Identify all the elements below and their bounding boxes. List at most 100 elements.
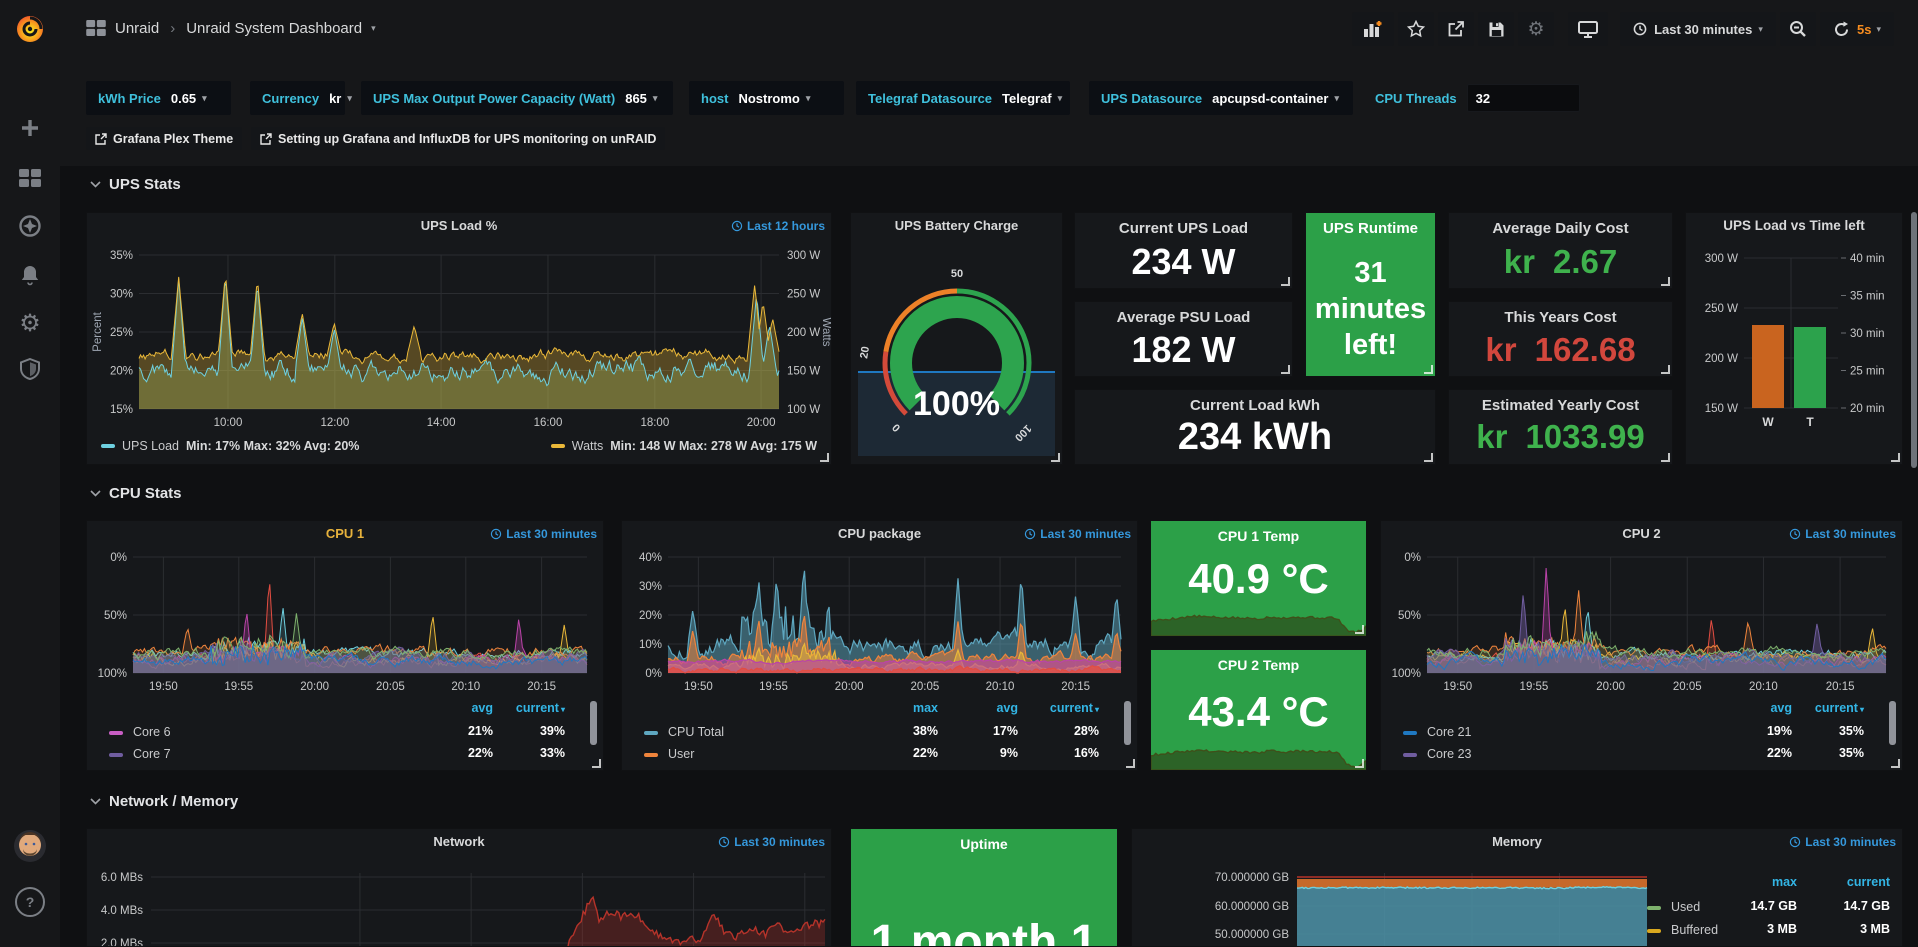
- legend-swatch[interactable]: [644, 753, 658, 757]
- cpu-threads-input[interactable]: 32: [1467, 84, 1580, 112]
- ups-load-chart[interactable]: 15%20%25%30%35%100 W150 W200 W250 W300 W…: [87, 213, 831, 464]
- panel-resize-handle[interactable]: [592, 759, 601, 768]
- panel-title[interactable]: Average Daily Cost: [1449, 220, 1672, 237]
- legend-header-avg[interactable]: avg: [1770, 701, 1792, 715]
- panel-title[interactable]: CPU 1 Temp: [1151, 528, 1366, 544]
- legend-series-name[interactable]: Used: [1671, 900, 1700, 914]
- panel-time-range-badge[interactable]: Last 30 minutes: [1789, 835, 1896, 849]
- panel-resize-handle[interactable]: [1424, 453, 1433, 462]
- panel-title[interactable]: Memory: [1132, 834, 1902, 849]
- cycle-view-mode-button[interactable]: [1568, 12, 1608, 46]
- legend-item[interactable]: UPS Load Min: 17% Max: 32% Avg: 20%: [101, 439, 359, 453]
- legend-swatch[interactable]: [1403, 753, 1417, 757]
- time-range-picker[interactable]: Last 30 minutes ▾: [1620, 12, 1776, 46]
- panel-time-range-badge[interactable]: Last 30 minutes: [1789, 527, 1896, 541]
- sidebar-user-avatar[interactable]: [0, 826, 60, 866]
- refresh-interval-label[interactable]: 5s: [1857, 22, 1871, 37]
- ups-battery-gauge[interactable]: 02050100: [851, 213, 1062, 464]
- panel-resize-handle[interactable]: [1051, 453, 1060, 462]
- legend-series-name[interactable]: CPU Total: [668, 725, 724, 739]
- sidebar-create-button[interactable]: [0, 108, 60, 148]
- panel-resize-handle[interactable]: [1661, 365, 1670, 374]
- panel-title[interactable]: UPS Load %: [87, 218, 831, 233]
- panel-resize-handle[interactable]: [1891, 453, 1900, 462]
- variable-value-dropdown[interactable]: Telegraf▾: [1002, 91, 1062, 106]
- ups-load-vs-time-chart[interactable]: 300 W250 W200 W150 W40 min35 min30 min25…: [1686, 213, 1902, 464]
- legend-swatch[interactable]: [644, 731, 658, 735]
- panel-resize-handle[interactable]: [1355, 759, 1364, 768]
- panel-resize-handle[interactable]: [1661, 277, 1670, 286]
- breadcrumb-dashboard-title[interactable]: Unraid System Dashboard: [186, 20, 362, 37]
- legend-series-name[interactable]: Buffered: [1671, 923, 1718, 937]
- panel-resize-handle[interactable]: [1424, 365, 1433, 374]
- panel-title[interactable]: UPS Runtime: [1306, 220, 1435, 237]
- panel-resize-handle[interactable]: [1661, 453, 1670, 462]
- sidebar-server-admin-button[interactable]: [0, 349, 60, 389]
- section-cpu-stats[interactable]: CPU Stats: [90, 485, 182, 502]
- sidebar-dashboards-button[interactable]: [0, 158, 60, 198]
- legend-series-name[interactable]: User: [668, 747, 694, 761]
- zoom-out-time-button[interactable]: [1780, 12, 1816, 46]
- panel-title[interactable]: CPU 2 Temp: [1151, 657, 1366, 673]
- legend-swatch[interactable]: [1647, 929, 1661, 933]
- legend-scrollbar[interactable]: [1124, 701, 1131, 745]
- variable-value-dropdown[interactable]: kr▾: [329, 91, 352, 106]
- legend-item[interactable]: Watts Min: 148 W Max: 278 W Avg: 175 W: [551, 439, 817, 453]
- legend-series-name[interactable]: Core 6: [133, 725, 171, 739]
- dashboard-link-plex-theme[interactable]: Grafana Plex Theme: [86, 127, 242, 150]
- variable-value-dropdown[interactable]: apcupsd-container▾: [1212, 91, 1339, 106]
- panel-resize-handle[interactable]: [820, 453, 829, 462]
- panel-title[interactable]: Estimated Yearly Cost: [1449, 397, 1672, 414]
- legend-series-name[interactable]: Core 23: [1427, 747, 1471, 761]
- variable-value-dropdown[interactable]: Nostromo▾: [738, 91, 810, 106]
- save-dashboard-button[interactable]: [1478, 12, 1514, 46]
- sidebar-alerting-button[interactable]: [0, 255, 60, 295]
- dashboard-link-ups-monitoring-guide[interactable]: Setting up Grafana and InfluxDB for UPS …: [251, 127, 665, 150]
- legend-swatch[interactable]: [1647, 906, 1661, 910]
- legend-scrollbar[interactable]: [590, 701, 597, 745]
- panel-title[interactable]: This Years Cost: [1449, 309, 1672, 326]
- panel-time-range-badge[interactable]: Last 12 hours: [731, 219, 825, 233]
- legend-scrollbar[interactable]: [1889, 701, 1896, 745]
- legend-header-avg[interactable]: avg: [471, 701, 493, 715]
- legend-header-max[interactable]: max: [1772, 875, 1797, 889]
- sidebar-configuration-button[interactable]: ⚙: [0, 303, 60, 343]
- legend-header-current[interactable]: current▾: [1815, 701, 1864, 715]
- star-dashboard-button[interactable]: [1398, 12, 1434, 46]
- panel-title[interactable]: UPS Battery Charge: [851, 218, 1062, 233]
- legend-series-name[interactable]: Core 7: [133, 747, 171, 761]
- legend-header-max[interactable]: max: [913, 701, 938, 715]
- legend-swatch[interactable]: [1403, 731, 1417, 735]
- panel-resize-handle[interactable]: [1891, 759, 1900, 768]
- sidebar-explore-button[interactable]: [0, 206, 60, 246]
- panel-title[interactable]: Average PSU Load: [1075, 309, 1292, 326]
- add-panel-button[interactable]: [1352, 12, 1394, 46]
- grafana-logo[interactable]: [0, 8, 60, 48]
- panel-time-range-badge[interactable]: Last 30 minutes: [490, 527, 597, 541]
- panel-title[interactable]: Uptime: [851, 836, 1117, 852]
- panel-resize-handle[interactable]: [1281, 365, 1290, 374]
- variable-value-dropdown[interactable]: 865▾: [625, 91, 657, 106]
- legend-header-current[interactable]: current▾: [516, 701, 565, 715]
- panel-time-range-badge[interactable]: Last 30 minutes: [1024, 527, 1131, 541]
- breadcrumb-folder[interactable]: Unraid: [115, 20, 159, 37]
- dashboard-settings-button[interactable]: ⚙: [1518, 12, 1554, 46]
- legend-swatch[interactable]: [109, 731, 123, 735]
- legend-swatch[interactable]: [109, 753, 123, 757]
- share-dashboard-button[interactable]: [1438, 12, 1474, 46]
- panel-resize-handle[interactable]: [1281, 277, 1290, 286]
- panel-title[interactable]: Current UPS Load: [1075, 220, 1292, 237]
- panel-title[interactable]: UPS Load vs Time left: [1686, 218, 1902, 233]
- section-network-memory[interactable]: Network / Memory: [90, 793, 238, 810]
- panel-resize-handle[interactable]: [1126, 759, 1135, 768]
- legend-header-current[interactable]: current: [1847, 875, 1890, 889]
- legend-header-current[interactable]: current▾: [1050, 701, 1099, 715]
- panel-resize-handle[interactable]: [1355, 625, 1364, 634]
- section-ups-stats[interactable]: UPS Stats: [90, 176, 181, 193]
- refresh-button[interactable]: 5s ▾: [1820, 12, 1894, 46]
- sidebar-help-button[interactable]: ?: [0, 882, 60, 922]
- chevron-down-icon[interactable]: ▾: [1876, 25, 1881, 34]
- legend-header-avg[interactable]: avg: [996, 701, 1018, 715]
- page-scrollbar[interactable]: [1911, 212, 1917, 468]
- panel-time-range-badge[interactable]: Last 30 minutes: [718, 835, 825, 849]
